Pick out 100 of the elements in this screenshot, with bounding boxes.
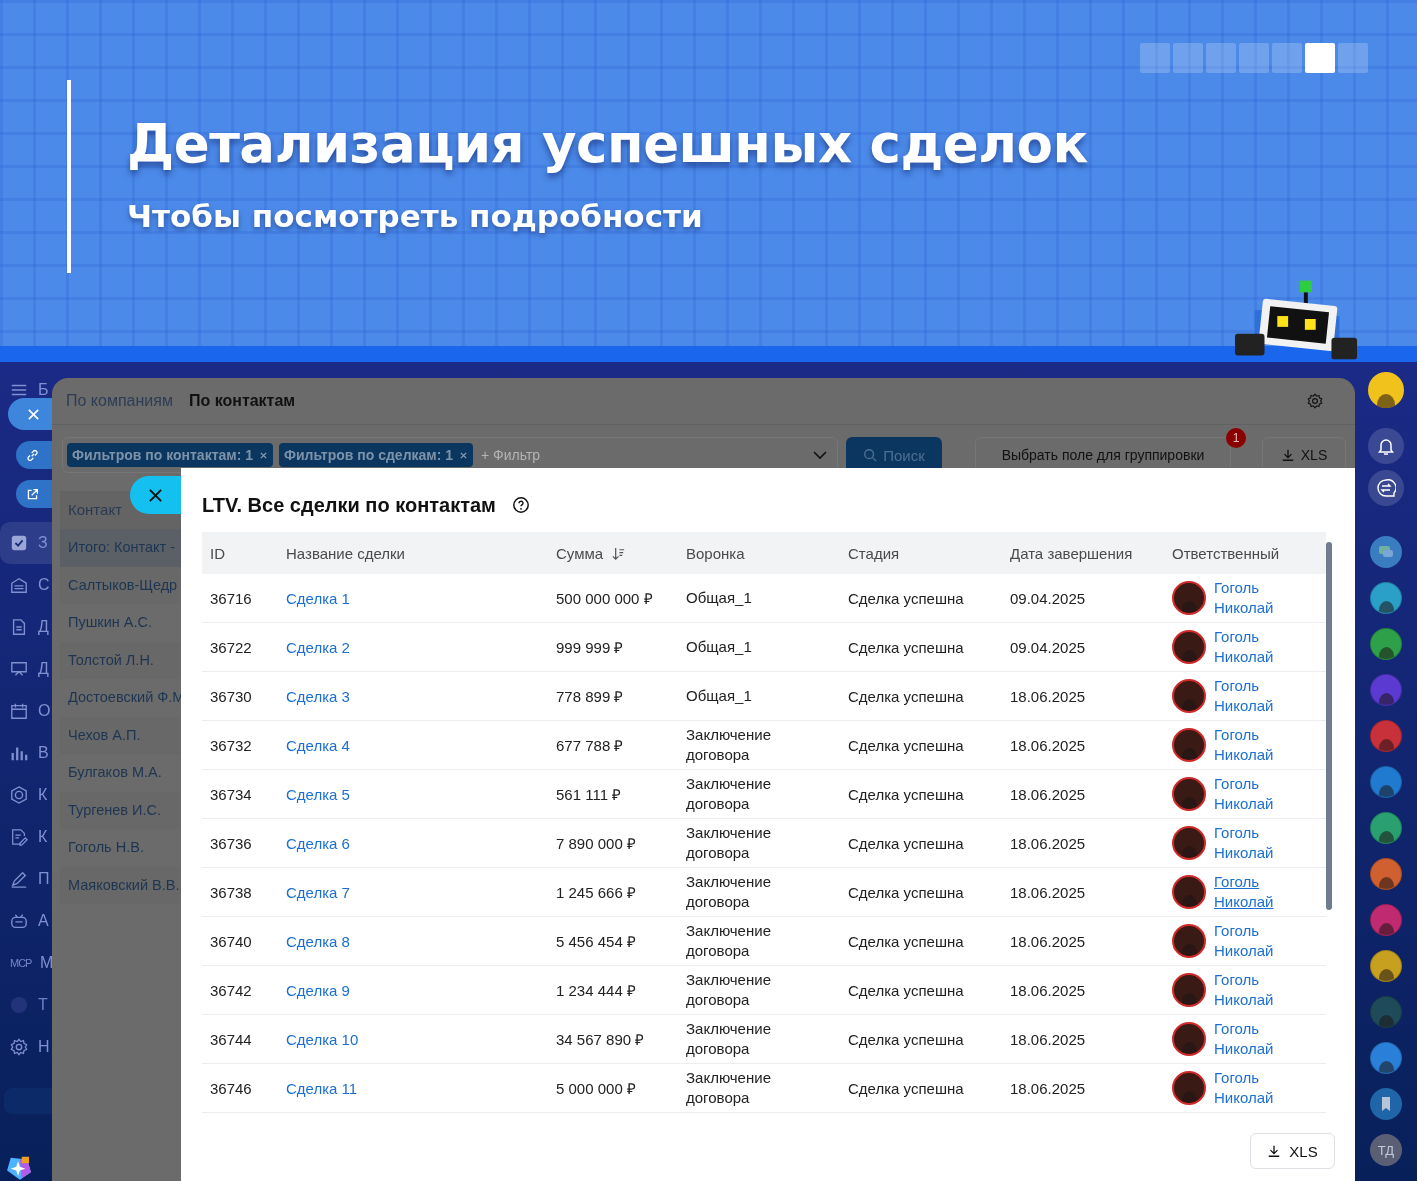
contact-avatar[interactable] [1370,1042,1402,1074]
contact-avatar[interactable] [1370,812,1402,844]
deal-link[interactable]: Сделка 11 [286,1079,358,1097]
table-cell: Сделка успешна [848,589,964,607]
deal-link[interactable]: Сделка 7 [286,883,350,901]
table-cell: 18.06.2025 [1010,981,1086,999]
sidebar-item[interactable]: Т [0,984,52,1026]
sidebar-item[interactable]: О [0,690,52,732]
user-link[interactable]: Гоголь Николай [1214,872,1284,912]
filter-chip[interactable]: Фильтров по сделкам: 1 [279,443,474,467]
table-cell-text: 1 234 444 ₽ [556,981,636,1000]
settings-icon[interactable] [1307,393,1323,409]
external-link-icon [26,487,39,501]
messages-button[interactable] [1370,536,1402,568]
deal-link[interactable]: Сделка 6 [286,834,350,852]
close-icon[interactable] [459,450,469,460]
column-header[interactable]: ID [202,532,278,574]
sidebar-item[interactable]: MCP М [0,942,52,984]
modal-title: LTV. Все сделки по контактам [202,493,496,517]
scrollbar[interactable] [1326,542,1332,910]
sidebar-item[interactable]: В [0,732,52,774]
table-cell-text: Заключение договора [686,921,772,961]
user-link[interactable]: Гоголь Николай [1214,578,1284,618]
chevron-down-icon[interactable] [813,450,827,460]
user-link[interactable]: Гоголь Николай [1214,1019,1284,1059]
close-icon [148,487,163,503]
table-cell-text: Заключение договора [686,1068,772,1108]
table-cell: 18.06.2025 [1010,1030,1086,1048]
table-cell: 18.06.2025 [1010,834,1086,852]
table-cell: Сделка успешна [848,736,964,754]
column-header[interactable]: Сумма [548,532,678,574]
deal-link[interactable]: Сделка 3 [286,687,350,705]
deal-link[interactable]: Сделка 2 [286,638,350,656]
sidebar-item[interactable]: С [0,564,52,606]
column-header[interactable]: Воронка [678,532,840,574]
deal-link[interactable]: Сделка 9 [286,981,350,999]
user-link[interactable]: Гоголь Николай [1214,921,1284,961]
deal-link[interactable]: Сделка 5 [286,785,350,803]
user-link[interactable]: Гоголь Николай [1214,774,1284,814]
user-link[interactable]: Гоголь Николай [1214,970,1284,1010]
deal-link[interactable]: Сделка 8 [286,932,350,950]
export-button[interactable]: XLS [1250,1133,1335,1169]
table-cell: Сделка успешна [848,981,964,999]
sidebar-item[interactable]: Д [0,648,52,690]
chat-button[interactable] [1368,470,1404,506]
chat-arrows-icon [1376,478,1396,498]
tab[interactable]: По контактам [188,392,296,410]
table-cell: 09.04.2025 [1010,589,1086,607]
deal-link[interactable]: Сделка 10 [286,1030,359,1048]
bookmarks-button[interactable] [1370,1088,1402,1120]
table-cell: 36744 [210,1030,252,1048]
contact-avatar[interactable] [1370,950,1402,982]
sidebar-item[interactable]: К [0,774,52,816]
table-cell-text: Заключение договора [686,872,772,912]
table-cell-text: Заключение договора [686,1019,772,1059]
table-cell: Сделка успешна [848,785,964,803]
avatar-icon [1172,679,1206,713]
close-icon[interactable] [259,450,268,460]
deal-link[interactable]: Сделка 1 [286,589,350,607]
close-button[interactable] [130,476,182,514]
column-header[interactable]: Ответственный [1164,532,1326,574]
user-avatar[interactable] [1368,372,1404,408]
contact-avatar[interactable] [1370,766,1402,798]
close-button[interactable] [8,398,54,430]
link-button[interactable] [16,441,54,469]
notification-badge: 1 [1226,428,1246,448]
user-link[interactable]: Гоголь Николай [1214,1068,1284,1108]
user-link[interactable]: Гоголь Николай [1214,627,1284,667]
sidebar-item[interactable]: Н [0,1026,52,1068]
user-initials[interactable]: ТД [1370,1134,1402,1166]
table-cell-text: Общая_1 [686,588,753,608]
sidebar-item[interactable]: З [0,522,52,564]
contact-avatar[interactable] [1370,582,1402,614]
bell-icon [1376,436,1396,456]
contact-avatar[interactable] [1370,720,1402,752]
avatar-icon [10,996,28,1014]
sort-icon[interactable] [611,545,627,561]
contact-avatar[interactable] [1370,858,1402,890]
contact-avatar[interactable] [1370,628,1402,660]
table-cell-text: Общая_1 [686,686,753,706]
table-cell-text: 561 111 ₽ [556,785,622,804]
deal-link[interactable]: Сделка 4 [286,736,350,754]
notifications-button[interactable] [1368,428,1404,464]
open-external-button[interactable] [16,480,54,508]
sidebar-item[interactable]: Д [0,606,52,648]
sidebar-item[interactable]: К [0,816,52,858]
filter-chip[interactable]: Фильтров по контактам: 1 [67,443,273,467]
help-icon[interactable] [511,496,530,514]
user-link[interactable]: Гоголь Николай [1214,676,1284,716]
user-link[interactable]: Гоголь Николай [1214,823,1284,863]
column-header[interactable]: Дата завершения [1002,532,1164,574]
sidebar-item[interactable]: А [0,900,52,942]
contact-avatar[interactable] [1370,904,1402,936]
column-header[interactable]: Стадия [840,532,1002,574]
user-link[interactable]: Гоголь Николай [1214,725,1284,765]
table-cell-text: Заключение договора [686,823,772,863]
sidebar-item[interactable]: П [0,858,52,900]
table-cell: 36740 [210,932,252,950]
table-cell: 36736 [210,834,252,852]
column-header[interactable]: Название сделки [278,532,548,574]
